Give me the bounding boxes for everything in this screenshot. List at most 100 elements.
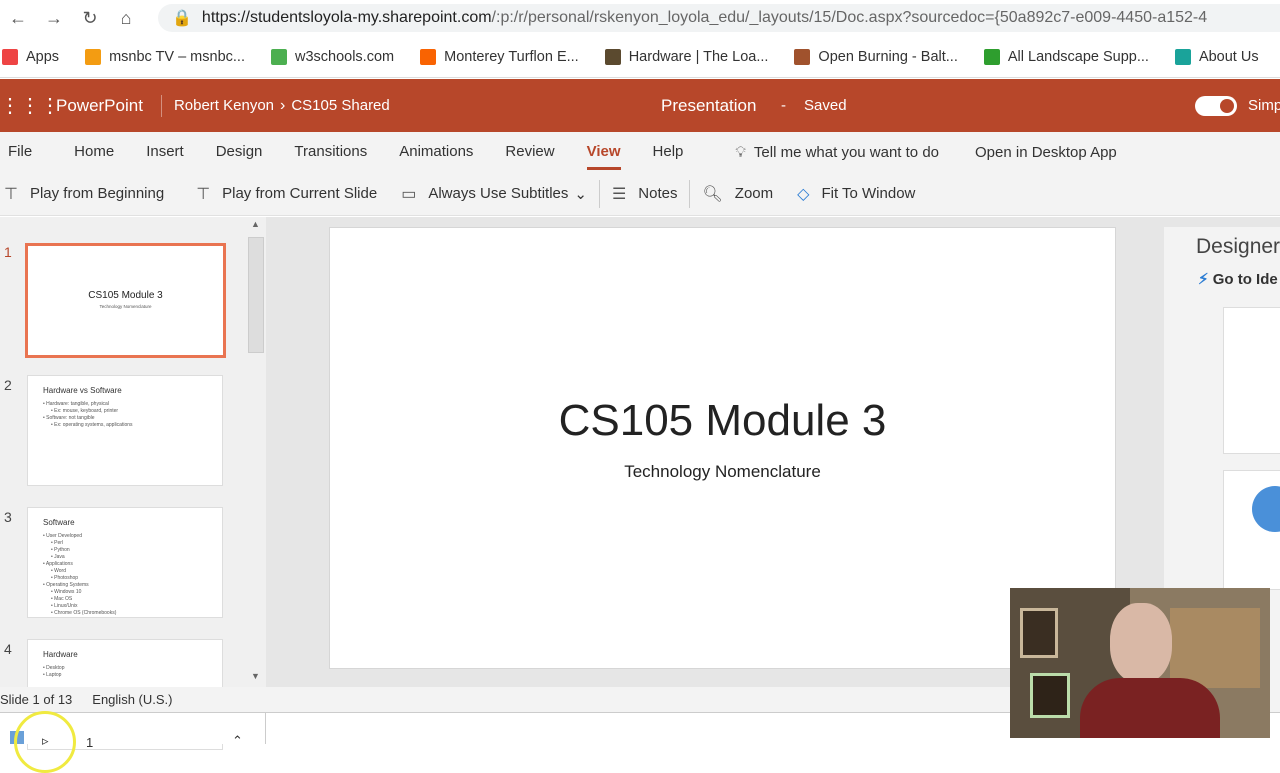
- tab-insert[interactable]: Insert: [130, 132, 200, 172]
- bookmark-item[interactable]: About Us: [1174, 48, 1259, 65]
- bullet-text: Desktop: [46, 665, 65, 671]
- simplified-ribbon-toggle[interactable]: [1195, 95, 1237, 116]
- scroll-down-icon[interactable]: ▼: [251, 671, 260, 681]
- app-name[interactable]: PowerPoint: [56, 96, 143, 116]
- bookmark-item[interactable]: Hardware | The Loa...: [604, 48, 768, 65]
- bookmark-item[interactable]: msnbc TV – msnbc...: [85, 48, 245, 65]
- forward-icon[interactable]: →: [36, 8, 72, 29]
- notes-icon: ☰: [611, 185, 627, 203]
- thumb-bullet: • Photoshop: [51, 575, 79, 581]
- chevron-down-icon: ⌄: [574, 185, 587, 203]
- address-bar[interactable]: 🔒 https://studentsloyola-my.sharepoint.co…: [158, 4, 1280, 32]
- slide-thumbnail[interactable]: Software • User Developed • Perl • Python • …: [27, 507, 223, 618]
- scroll-thumb[interactable]: [248, 237, 264, 353]
- lightning-icon: ⚡︎: [1198, 271, 1209, 288]
- notes-button[interactable]: ☰ Notes: [600, 178, 690, 210]
- slide-title[interactable]: CS105 Module 3: [330, 396, 1115, 446]
- fit-to-window-button[interactable]: ◇ Fit To Window: [785, 178, 927, 210]
- thumb-bullet: • Laptop: [43, 672, 62, 678]
- url-path: /:p:/r/personal/rskenyon_loyola_edu/_lay…: [491, 9, 1208, 26]
- bullet-text: Java: [54, 554, 65, 560]
- language[interactable]: English (U.S.): [92, 692, 172, 707]
- tab-design[interactable]: Design: [200, 132, 279, 172]
- bullet-text: Python: [54, 547, 70, 553]
- bookmark-item[interactable]: Apps: [2, 48, 59, 65]
- zoom-button[interactable]: 🔍︎ Zoom: [690, 178, 785, 210]
- label: Notes: [638, 185, 678, 202]
- bookmark-favicon-icon: [1174, 48, 1191, 65]
- slide-thumbnail[interactable]: Hardware vs Software • Hardware: tangible…: [27, 375, 223, 486]
- label: Zoom: [734, 185, 774, 202]
- bookmark-item[interactable]: w3schools.com: [270, 48, 394, 65]
- browser-toolbar: ← → ↻ ⌂ 🔒 https://studentsloyola-my.share…: [0, 0, 1280, 36]
- thumb-bullet: • Mac OS: [51, 596, 73, 602]
- ribbon-tabs: File Home Insert Design Transitions Animation…: [0, 132, 1280, 172]
- bullet-text: Software: not tangible: [46, 415, 95, 421]
- thumb-bullet: • Python: [51, 547, 70, 553]
- bullet-text: Word: [54, 568, 66, 574]
- label: Play from Current Slide: [222, 185, 378, 202]
- bullet-text: Hardware: tangible, physical: [46, 401, 109, 407]
- slide-counter: Slide 1 of 13: [0, 692, 73, 707]
- design-idea[interactable]: [1223, 307, 1280, 454]
- breadcrumb-user[interactable]: Robert Kenyon: [174, 97, 274, 114]
- slide-number: 3: [4, 509, 12, 525]
- label: Play from Beginning: [29, 185, 165, 202]
- thumb-bullet: • User Developed: [43, 533, 82, 539]
- bullet-text: Windows 10: [54, 589, 82, 595]
- designer-link[interactable]: ⚡︎ Go to Ide: [1198, 270, 1278, 288]
- magnifier-icon: 🔍︎: [702, 185, 723, 203]
- tab-home[interactable]: Home: [58, 132, 130, 172]
- bookmark-item[interactable]: Monterey Turflon E...: [420, 48, 579, 65]
- tab-file[interactable]: File: [0, 132, 58, 172]
- scroll-up-icon[interactable]: ▲: [251, 219, 260, 229]
- design-idea[interactable]: [1223, 470, 1280, 590]
- document-title[interactable]: Presentation: [661, 96, 756, 116]
- slide-thumbnail[interactable]: CS105 Module 3 Technology Nomenclature: [25, 243, 226, 358]
- bullet-text: User Developed: [46, 533, 82, 539]
- bookmark-favicon-icon: [85, 48, 102, 65]
- back-icon[interactable]: ←: [0, 8, 36, 29]
- thumb-bullet: • Software: not tangible: [43, 415, 95, 421]
- tab-transitions[interactable]: Transitions: [278, 132, 383, 172]
- webcam-overlay: [1010, 588, 1270, 738]
- slide-subtitle[interactable]: Technology Nomenclature: [330, 462, 1115, 482]
- tab-view[interactable]: View: [571, 132, 637, 172]
- home-icon[interactable]: ⌂: [108, 8, 144, 29]
- thumb-title: Software: [43, 518, 75, 527]
- thumbnails-scrollbar[interactable]: ▲ ▼: [248, 219, 264, 685]
- bookmark-item[interactable]: Open Burning - Balt...: [794, 48, 958, 65]
- bullet-text: Mac OS: [54, 596, 73, 602]
- bookmark-favicon-icon: [2, 48, 18, 65]
- lock-icon: 🔒: [172, 10, 192, 27]
- thumb-bullet: • Ex: mouse, keyboard, printer: [51, 408, 119, 414]
- thumb-title: Hardware vs Software: [43, 386, 122, 395]
- reload-icon[interactable]: ↻: [72, 8, 108, 29]
- open-desktop-app[interactable]: Open in Desktop App: [975, 144, 1117, 161]
- thumb-bullet: • Applications: [43, 561, 73, 567]
- thumb-title: Hardware: [43, 650, 78, 659]
- tab-animations[interactable]: Animations: [383, 132, 489, 172]
- label: Go to Ide: [1212, 271, 1278, 288]
- app-launcher-icon[interactable]: ⋮⋮⋮: [0, 93, 60, 118]
- thumb-bullet: • Chrome OS (Chromebooks): [51, 610, 117, 616]
- bookmark-label: All Landscape Supp...: [1007, 48, 1149, 65]
- play-from-beginning-button[interactable]: ⊤ Play from Beginning: [0, 178, 176, 210]
- bookmark-item[interactable]: All Landscape Supp...: [983, 48, 1149, 65]
- presenter-icon: ⊤: [4, 185, 18, 203]
- label: Always Use Subtitles: [428, 185, 569, 202]
- tab-review[interactable]: Review: [489, 132, 570, 172]
- subtitles-icon: ▭: [401, 185, 417, 203]
- play-from-current-button[interactable]: ⊤ Play from Current Slide: [184, 178, 389, 210]
- tab-help[interactable]: Help: [637, 132, 700, 172]
- view-commands: ⊤ Play from Beginning ⊤ Play from Current …: [0, 172, 1280, 216]
- chevron-up-icon[interactable]: ⌃: [232, 733, 243, 749]
- bookmark-label: Monterey Turflon E...: [444, 48, 579, 65]
- breadcrumb-folder[interactable]: CS105 Shared: [291, 97, 389, 114]
- designer-title: Designer: [1196, 235, 1280, 258]
- chevron-right-icon: ›: [280, 96, 286, 114]
- subtitles-dropdown[interactable]: ▭ Always Use Subtitles ⌄: [389, 178, 599, 210]
- tell-me-search[interactable]: Tell me what you want to do: [754, 144, 939, 161]
- bookmark-label: msnbc TV – msnbc...: [109, 48, 245, 65]
- slide-canvas[interactable]: CS105 Module 3 Technology Nomenclature: [329, 227, 1116, 669]
